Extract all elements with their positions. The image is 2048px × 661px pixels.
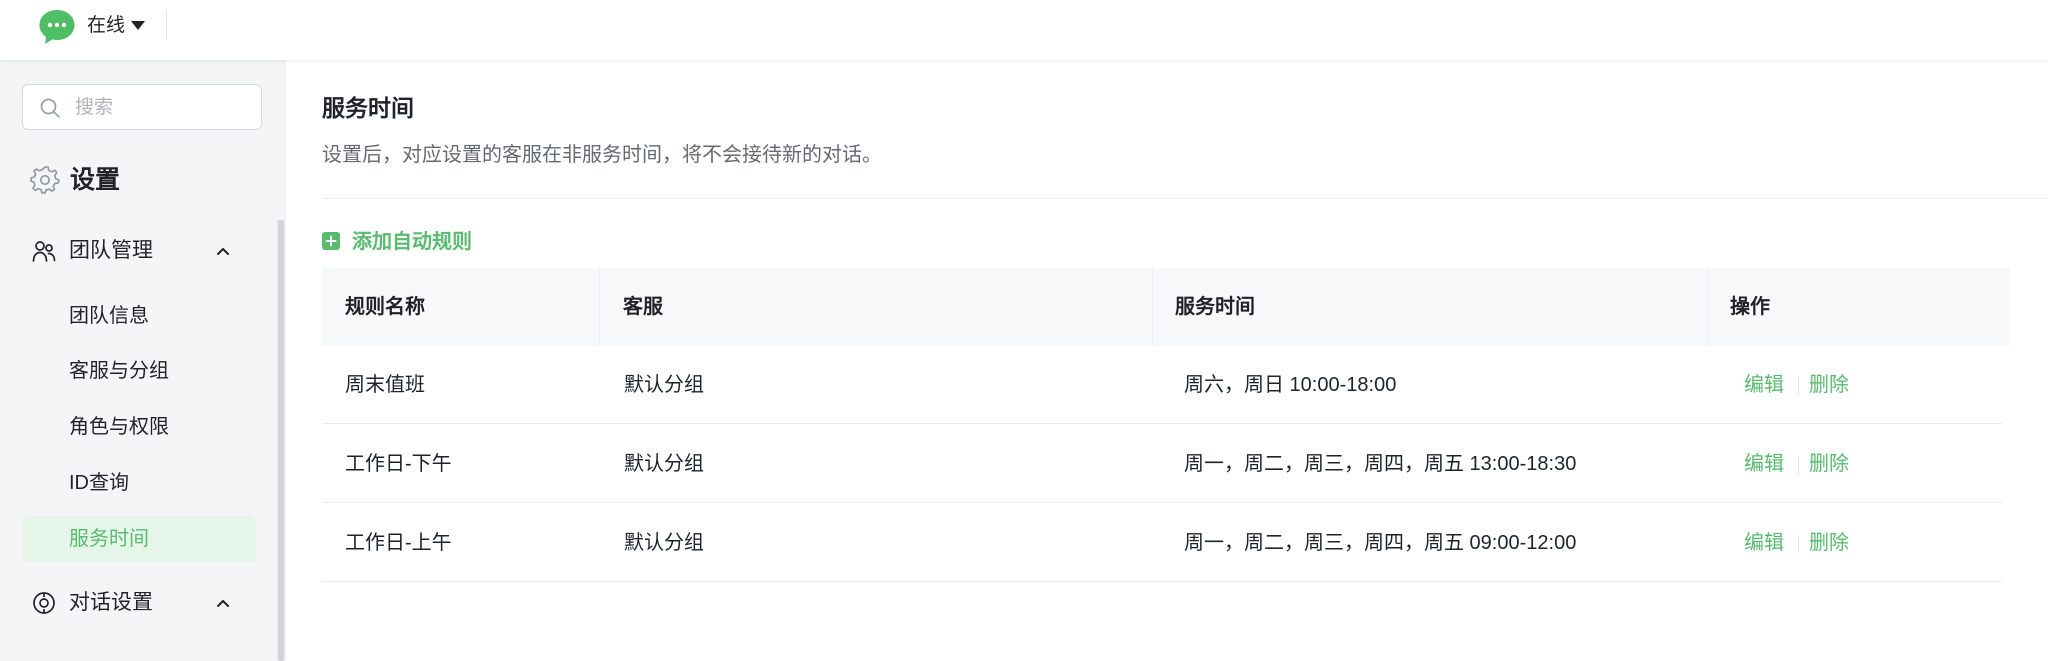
service-time-cell: 周一，周二，周三，周四，周五 09:00-12:00 [1184,532,1577,554]
rule-name-cell: 周末值班 [345,374,425,396]
sidebar-group-label: 对话设置 [69,591,153,614]
search-icon [40,98,60,118]
column-divider [1707,268,1708,346]
sidebar-scrollbar[interactable] [278,220,284,661]
settings-title: 设置 [70,166,121,194]
sidebar-item-id-lookup[interactable]: ID查询 [22,460,256,506]
sidebar-item-service-hours[interactable]: 服务时间 [22,516,256,562]
chat-settings-icon [33,592,55,614]
rule-name-cell: 工作日-下午 [345,453,452,475]
column-header-actions: 操作 [1730,296,1770,318]
sidebar-item-team-info[interactable]: 团队信息 [22,293,256,339]
sidebar-item-roles-permissions[interactable]: 角色与权限 [22,404,256,450]
sidebar-item-agents-groups[interactable]: 客服与分组 [22,348,256,394]
chevron-down-icon[interactable] [131,21,145,30]
search-placeholder: 搜索 [75,97,114,118]
agent-cell: 默认分组 [624,374,704,396]
divider [322,198,2048,199]
table-row: 周末值班 默认分组 周六，周日 10:00-18:00 编辑 删除 [322,346,2002,424]
status-label[interactable]: 在线 [87,15,125,37]
service-time-cell: 周一，周二，周三，周四，周五 13:00-18:30 [1184,453,1577,475]
page-title: 服务时间 [322,95,414,121]
delete-button[interactable]: 删除 [1809,425,1849,503]
action-divider [1798,535,1799,553]
column-header-agent: 客服 [623,296,663,318]
edit-button[interactable]: 编辑 [1744,425,1784,503]
chat-bubble-icon [39,10,75,44]
edit-button[interactable]: 编辑 [1744,504,1784,582]
top-bar: 在线 [0,0,2048,60]
delete-button[interactable]: 删除 [1809,504,1849,582]
column-divider [599,268,600,346]
main-content: 服务时间 设置后，对应设置的客服在非服务时间，将不会接待新的对话。 添加自动规则… [286,60,2048,661]
chevron-up-icon[interactable] [216,596,230,610]
sidebar-group-label: 团队管理 [69,239,153,262]
agent-cell: 默认分组 [624,532,704,554]
agent-cell: 默认分组 [624,453,704,475]
service-time-cell: 周六，周日 10:00-18:00 [1184,374,1397,396]
gear-icon [30,166,60,194]
table-row: 工作日-下午 默认分组 周一，周二，周三，周四，周五 13:00-18:30 编… [322,425,2002,503]
team-icon [32,241,56,262]
sidebar-group-chat-settings[interactable]: 对话设置 [30,588,240,618]
column-header-service-time: 服务时间 [1175,296,1255,318]
divider [166,10,167,40]
column-header-rule-name: 规则名称 [345,296,425,318]
page-description: 设置后，对应设置的客服在非服务时间，将不会接待新的对话。 [322,144,882,166]
delete-button[interactable]: 删除 [1809,346,1849,424]
add-rule-label: 添加自动规则 [352,231,472,253]
sidebar-group-team[interactable]: 团队管理 [30,236,240,266]
column-divider [1152,268,1153,346]
sidebar: 搜索 设置 团队管理 团队信息 客服与分组 角色与权限 ID查询 服务时间 对话… [0,60,286,661]
table-row: 工作日-上午 默认分组 周一，周二，周三，周四，周五 09:00-12:00 编… [322,504,2002,582]
rule-name-cell: 工作日-上午 [345,532,452,554]
action-divider [1798,456,1799,474]
chevron-up-icon[interactable] [216,244,230,258]
plus-square-icon [322,232,340,250]
edit-button[interactable]: 编辑 [1744,346,1784,424]
search-input[interactable]: 搜索 [22,84,262,130]
table-header: 规则名称 客服 服务时间 操作 [322,268,2010,346]
action-divider [1798,377,1799,395]
